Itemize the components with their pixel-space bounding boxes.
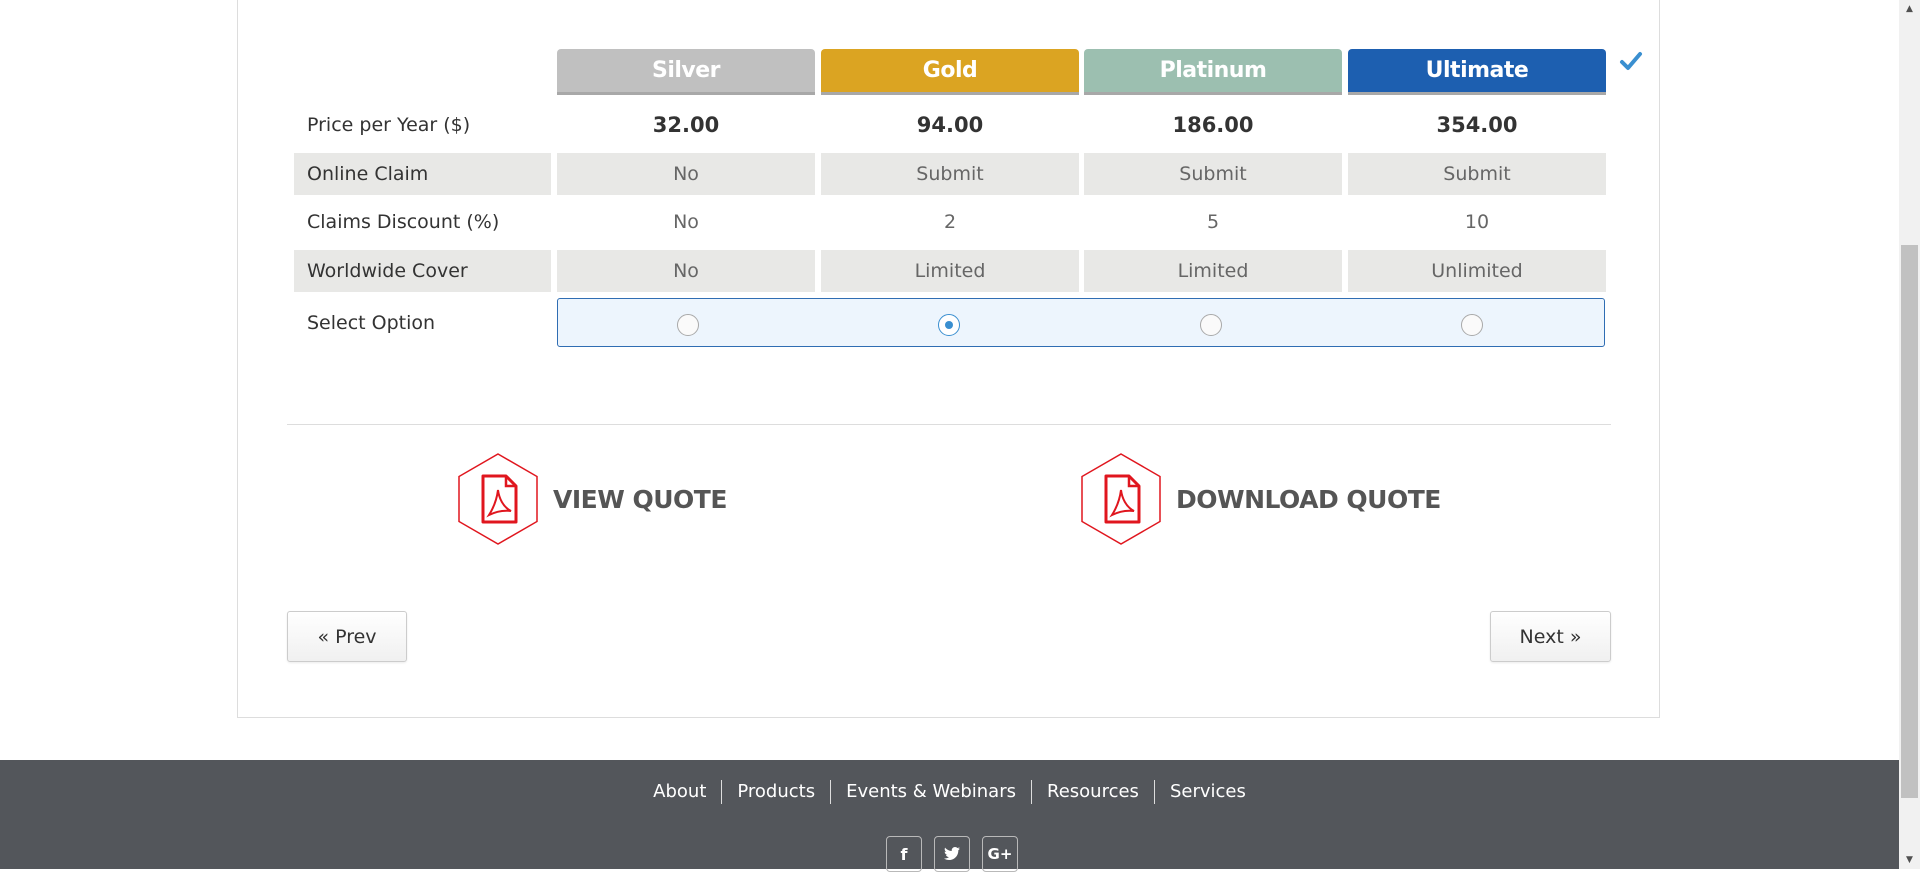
plan-header-gold: Gold bbox=[821, 49, 1079, 95]
prev-button[interactable]: « Prev bbox=[287, 611, 407, 662]
next-button[interactable]: Next » bbox=[1490, 611, 1611, 662]
footer-link-events[interactable]: Events & Webinars bbox=[830, 780, 1031, 804]
download-quote-label: DOWNLOAD QUOTE bbox=[1176, 484, 1441, 514]
view-quote-link[interactable]: VIEW QUOTE bbox=[456, 452, 727, 546]
pdf-icon bbox=[458, 453, 538, 545]
row-label-claims-discount: Claims Discount (%) bbox=[307, 211, 500, 233]
footer-nav: About Products Events & Webinars Resourc… bbox=[0, 780, 1899, 804]
plan-header-ultimate: Ultimate bbox=[1348, 49, 1606, 95]
online-claim-gold: Submit bbox=[821, 153, 1079, 195]
radio-ultimate[interactable] bbox=[1461, 314, 1483, 336]
plan-header-silver: Silver bbox=[557, 49, 815, 95]
facebook-icon[interactable]: f bbox=[886, 836, 922, 872]
claims-discount-silver: No bbox=[673, 211, 699, 233]
scrollbar[interactable]: ▲ ▼ bbox=[1899, 0, 1920, 869]
scroll-up-arrow-icon[interactable]: ▲ bbox=[1899, 0, 1920, 18]
claims-discount-platinum: 5 bbox=[1206, 211, 1220, 233]
plan-select-group bbox=[557, 298, 1605, 347]
row-label-select-option: Select Option bbox=[307, 312, 436, 334]
footer-link-products[interactable]: Products bbox=[721, 780, 830, 804]
footer-link-services[interactable]: Services bbox=[1153, 780, 1261, 804]
radio-platinum[interactable] bbox=[1200, 314, 1222, 336]
view-quote-label: VIEW QUOTE bbox=[553, 484, 727, 514]
scroll-down-arrow-icon[interactable]: ▼ bbox=[1899, 851, 1920, 869]
online-claim-platinum: Submit bbox=[1084, 153, 1342, 195]
worldwide-cover-ultimate: Unlimited bbox=[1348, 250, 1606, 292]
plan-header-platinum: Platinum bbox=[1084, 49, 1342, 95]
claims-discount-ultimate: 10 bbox=[1464, 211, 1490, 233]
google-plus-icon[interactable]: G+ bbox=[982, 836, 1018, 872]
price-platinum: 186.00 bbox=[1172, 113, 1254, 137]
worldwide-cover-gold: Limited bbox=[821, 250, 1079, 292]
online-claim-ultimate: Submit bbox=[1348, 153, 1606, 195]
footer-link-resources[interactable]: Resources bbox=[1031, 780, 1154, 804]
row-label-worldwide-cover: Worldwide Cover bbox=[294, 250, 551, 292]
worldwide-cover-silver: No bbox=[557, 250, 815, 292]
twitter-icon[interactable] bbox=[934, 836, 970, 872]
row-label-online-claim: Online Claim bbox=[294, 153, 551, 195]
radio-gold[interactable] bbox=[938, 314, 960, 336]
divider bbox=[287, 424, 1611, 425]
pdf-icon bbox=[1081, 453, 1161, 545]
footer: About Products Events & Webinars Resourc… bbox=[0, 760, 1899, 872]
footer-link-about[interactable]: About bbox=[638, 780, 721, 804]
download-quote-link[interactable]: DOWNLOAD QUOTE bbox=[1079, 452, 1441, 546]
price-silver: 32.00 bbox=[652, 113, 720, 137]
radio-silver[interactable] bbox=[677, 314, 699, 336]
worldwide-cover-platinum: Limited bbox=[1084, 250, 1342, 292]
online-claim-silver: No bbox=[557, 153, 815, 195]
claims-discount-gold: 2 bbox=[943, 211, 957, 233]
price-gold: 94.00 bbox=[916, 113, 984, 137]
scroll-thumb[interactable] bbox=[1901, 245, 1918, 798]
row-label-price: Price per Year ($) bbox=[307, 114, 471, 136]
price-ultimate: 354.00 bbox=[1436, 113, 1518, 137]
checkmark-icon bbox=[1620, 52, 1642, 70]
